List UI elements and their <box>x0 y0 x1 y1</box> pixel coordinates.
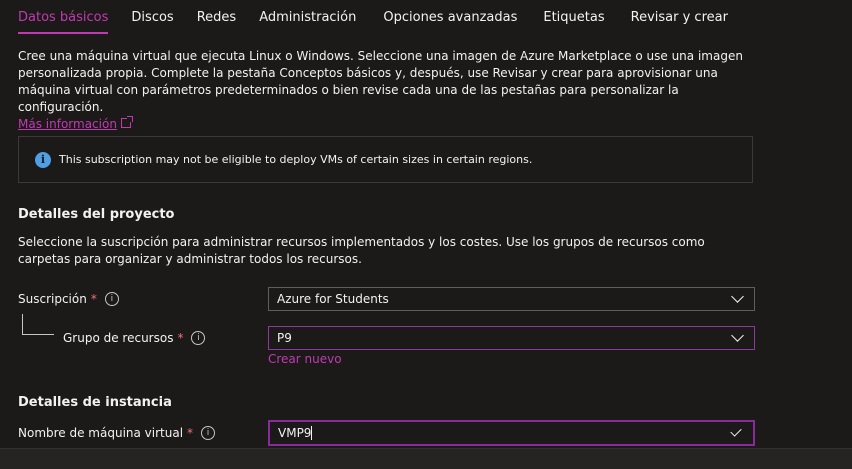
project-details-title: Detalles del proyecto <box>18 207 175 222</box>
external-link-icon <box>120 116 133 128</box>
vm-name-label: Nombre de máquina virtual * i <box>18 426 216 440</box>
tab-administracion[interactable]: Administración <box>259 0 356 36</box>
tree-connector <box>22 314 23 334</box>
tab-etiquetas[interactable]: Etiquetas <box>543 0 604 36</box>
intro-description: Cree una máquina virtual que ejecuta Lin… <box>18 49 743 114</box>
required-marker: * <box>187 426 194 440</box>
chevron-down-icon <box>731 290 744 303</box>
create-new-link[interactable]: Crear nuevo <box>268 352 342 366</box>
intro-text: Cree una máquina virtual que ejecuta Lin… <box>18 48 748 133</box>
info-banner: i This subscription may not be eligible … <box>18 136 753 183</box>
tab-bar: Datos básicos Discos Redes Administració… <box>18 0 728 36</box>
required-marker: * <box>90 292 97 306</box>
text-cursor <box>311 426 313 441</box>
required-marker: * <box>177 331 184 345</box>
more-info-link[interactable]: Más información <box>18 117 117 131</box>
tree-connector <box>22 334 54 335</box>
resource-group-label-text: Grupo de recursos <box>63 331 174 345</box>
instance-details-title: Detalles de instancia <box>18 395 172 410</box>
resource-group-dropdown[interactable]: P9 <box>268 326 755 350</box>
bottom-bar <box>0 448 852 469</box>
resource-group-label: Grupo de recursos * i <box>63 331 206 345</box>
vm-name-input[interactable]: VMP9 <box>268 420 755 446</box>
subscription-label: Suscripción * i <box>18 292 119 306</box>
tab-redes[interactable]: Redes <box>197 0 236 36</box>
project-details-description: Seleccione la suscripción para administr… <box>18 235 705 266</box>
resource-group-value: P9 <box>277 331 292 345</box>
chevron-down-icon <box>731 329 744 342</box>
tab-opciones-avanzadas[interactable]: Opciones avanzadas <box>383 0 517 36</box>
info-icon: i <box>35 151 51 168</box>
subscription-dropdown[interactable]: Azure for Students <box>268 287 755 311</box>
info-tooltip-icon[interactable]: i <box>201 426 216 440</box>
checkmark-icon <box>730 425 742 437</box>
vm-name-value: VMP9 <box>278 425 312 440</box>
subscription-label-text: Suscripción <box>18 292 87 306</box>
info-tooltip-icon[interactable]: i <box>191 331 206 345</box>
subscription-value: Azure for Students <box>277 292 389 306</box>
info-tooltip-icon[interactable]: i <box>104 292 119 306</box>
tab-revisar-y-crear[interactable]: Revisar y crear <box>631 0 728 36</box>
info-banner-text: This subscription may not be eligible to… <box>59 153 533 166</box>
vm-name-label-text: Nombre de máquina virtual <box>18 426 184 440</box>
tab-datos-basicos[interactable]: Datos básicos <box>18 0 109 36</box>
tab-discos[interactable]: Discos <box>131 0 173 36</box>
